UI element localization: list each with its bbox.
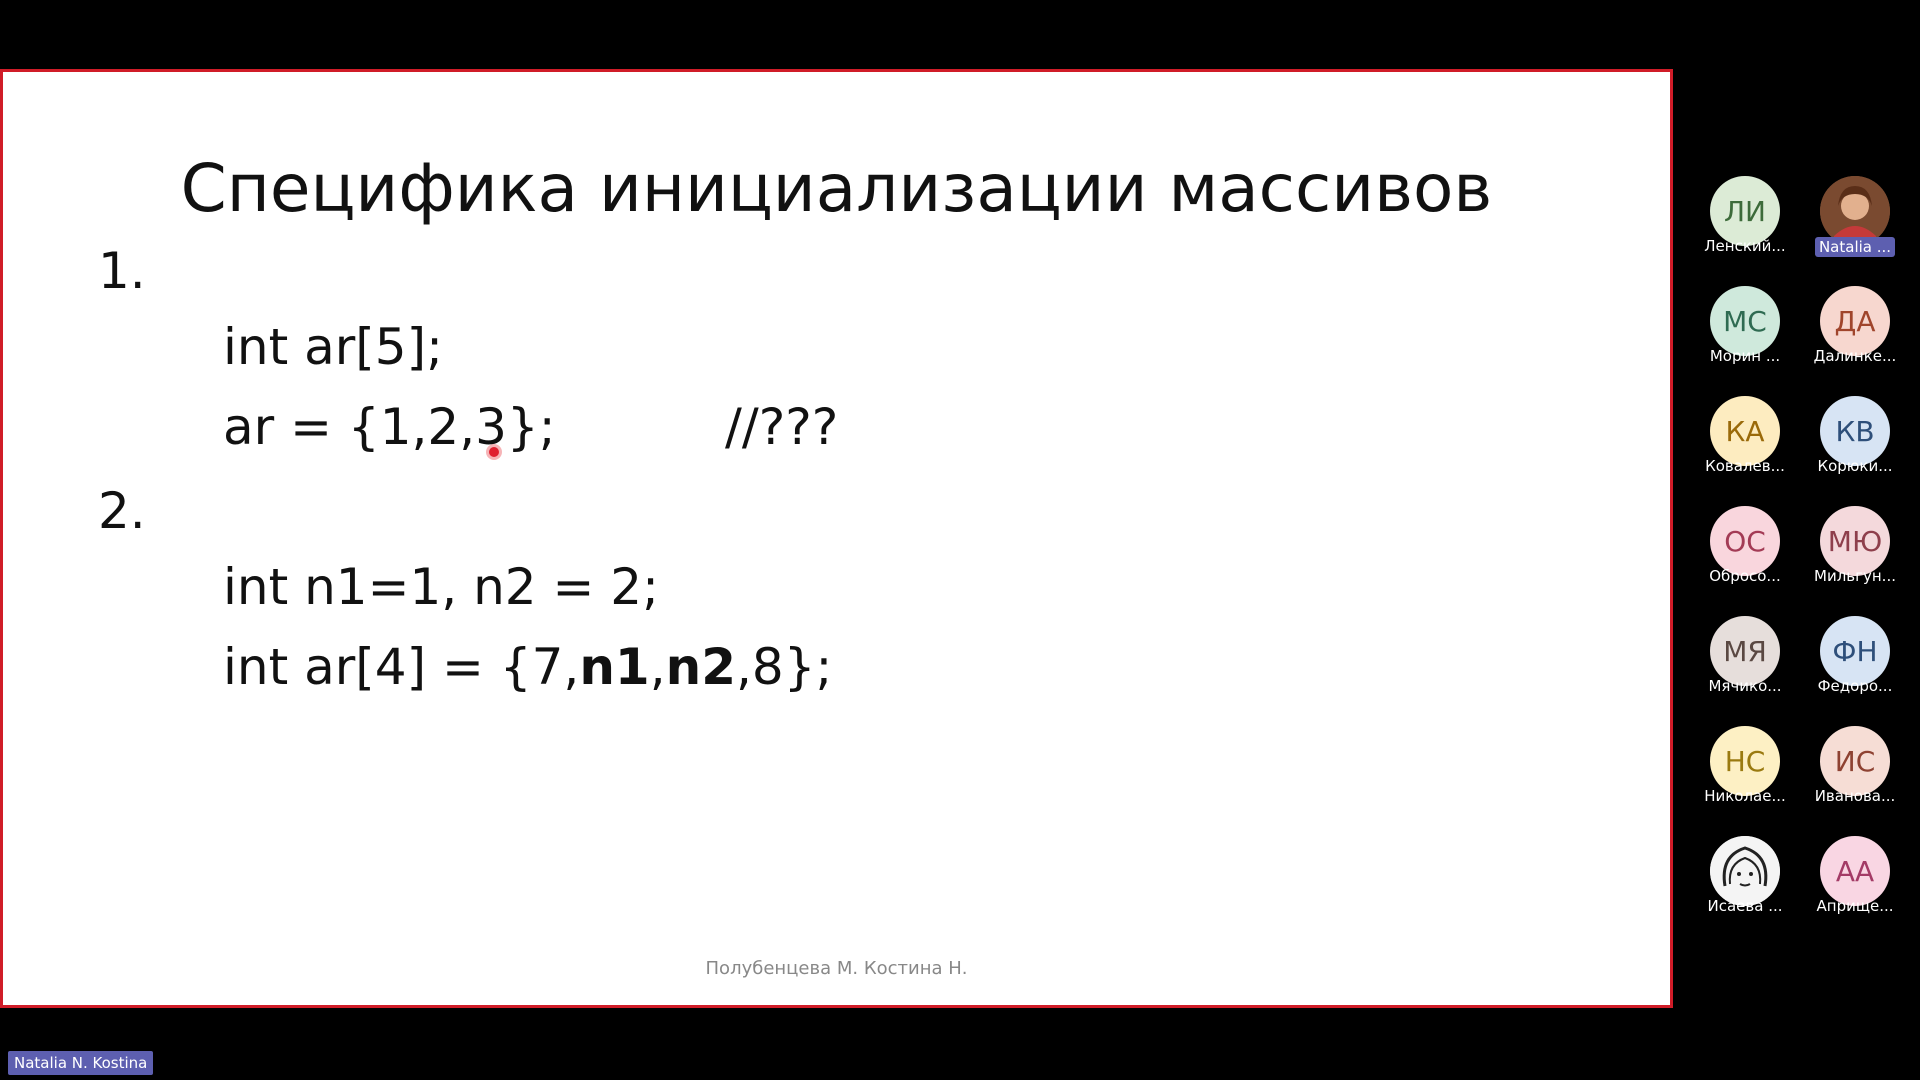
participant-name: Далинке... <box>1813 347 1897 365</box>
participant-name: Natalia ... <box>1815 237 1895 257</box>
code-bold-n2: n2 <box>665 638 736 696</box>
code-bold-n1: n1 <box>579 638 650 696</box>
code-separator: , <box>649 638 666 696</box>
code-comment-question: //??? <box>725 398 839 456</box>
participant-name: Априще... <box>1816 897 1894 915</box>
participant-tile[interactable]: Исаева ... <box>1690 830 1800 930</box>
code-line-ar-assign: ar = {1,2,3}; <box>223 398 556 456</box>
participant-avatar <box>1820 176 1890 246</box>
participant-tile[interactable]: ЛИ Ленский... <box>1690 170 1800 270</box>
participant-avatar: ЛИ <box>1710 176 1780 246</box>
participant-name: Морин ... <box>1709 347 1781 365</box>
code-line-int-n1-n2: int n1=1, n2 = 2; <box>223 558 659 616</box>
participant-name: Ковалев... <box>1705 457 1785 475</box>
participant-avatar: АА <box>1820 836 1890 906</box>
participant-tile[interactable]: ДА Далинке... <box>1800 280 1910 380</box>
code-line-int-ar5: int ar[5]; <box>223 318 443 376</box>
participant-tile[interactable]: КА Ковалев... <box>1690 390 1800 490</box>
participant-name: Исаева ... <box>1707 897 1783 915</box>
participant-tile[interactable]: Natalia ... <box>1800 170 1910 270</box>
participant-name: Федоро... <box>1817 677 1893 695</box>
participant-avatar: МЮ <box>1820 506 1890 576</box>
laser-pointer <box>489 447 499 457</box>
participant-tile[interactable]: ОС Обросо... <box>1690 500 1800 600</box>
participant-avatar: ОС <box>1710 506 1780 576</box>
participant-tile[interactable]: ФН Федоро... <box>1800 610 1910 710</box>
active-speaker-label: Natalia N. Kostina <box>8 1051 154 1075</box>
item-1-number: 1. <box>98 242 146 300</box>
participant-avatar: МЯ <box>1710 616 1780 686</box>
code-suffix: ,8}; <box>736 638 833 696</box>
shared-screen-slide: Специфика инициализации массивов 1. int … <box>0 69 1673 1008</box>
participant-tile[interactable]: АА Априще... <box>1800 830 1910 930</box>
participant-tile[interactable]: НС Николае... <box>1690 720 1800 820</box>
code-prefix: int ar[4] = {7, <box>223 638 580 696</box>
participant-name: Корюки... <box>1817 457 1893 475</box>
participant-tile[interactable]: МЯ Мячико... <box>1690 610 1800 710</box>
participant-name: Мячико... <box>1708 677 1782 695</box>
participant-name: Мильгун... <box>1814 567 1896 585</box>
participant-avatar: КВ <box>1820 396 1890 466</box>
participant-tile[interactable]: ИС Иванова... <box>1800 720 1910 820</box>
participant-avatar: ФН <box>1820 616 1890 686</box>
participant-avatar <box>1710 836 1780 906</box>
participant-tile[interactable]: КВ Корюки... <box>1800 390 1910 490</box>
participant-tile[interactable]: МЮ Мильгун... <box>1800 500 1910 600</box>
participant-avatar: КА <box>1710 396 1780 466</box>
participant-tile[interactable]: МС Морин ... <box>1690 280 1800 380</box>
participant-name: Иванова... <box>1814 787 1896 805</box>
participant-avatar: ДА <box>1820 286 1890 356</box>
participant-avatar: МС <box>1710 286 1780 356</box>
participant-name: Николае... <box>1704 787 1786 805</box>
participant-avatar: НС <box>1710 726 1780 796</box>
slide-footer: Полубенцева М. Костина Н. <box>705 958 968 979</box>
item-2-number: 2. <box>98 482 146 540</box>
code-line-int-ar4: int ar[4] = {7,n1,n2,8}; <box>223 638 832 696</box>
participant-avatar: ИС <box>1820 726 1890 796</box>
participant-name: Ленский... <box>1704 237 1786 255</box>
participant-name: Обросо... <box>1709 567 1781 585</box>
slide-title: Специфика инициализации массивов <box>180 150 1493 227</box>
